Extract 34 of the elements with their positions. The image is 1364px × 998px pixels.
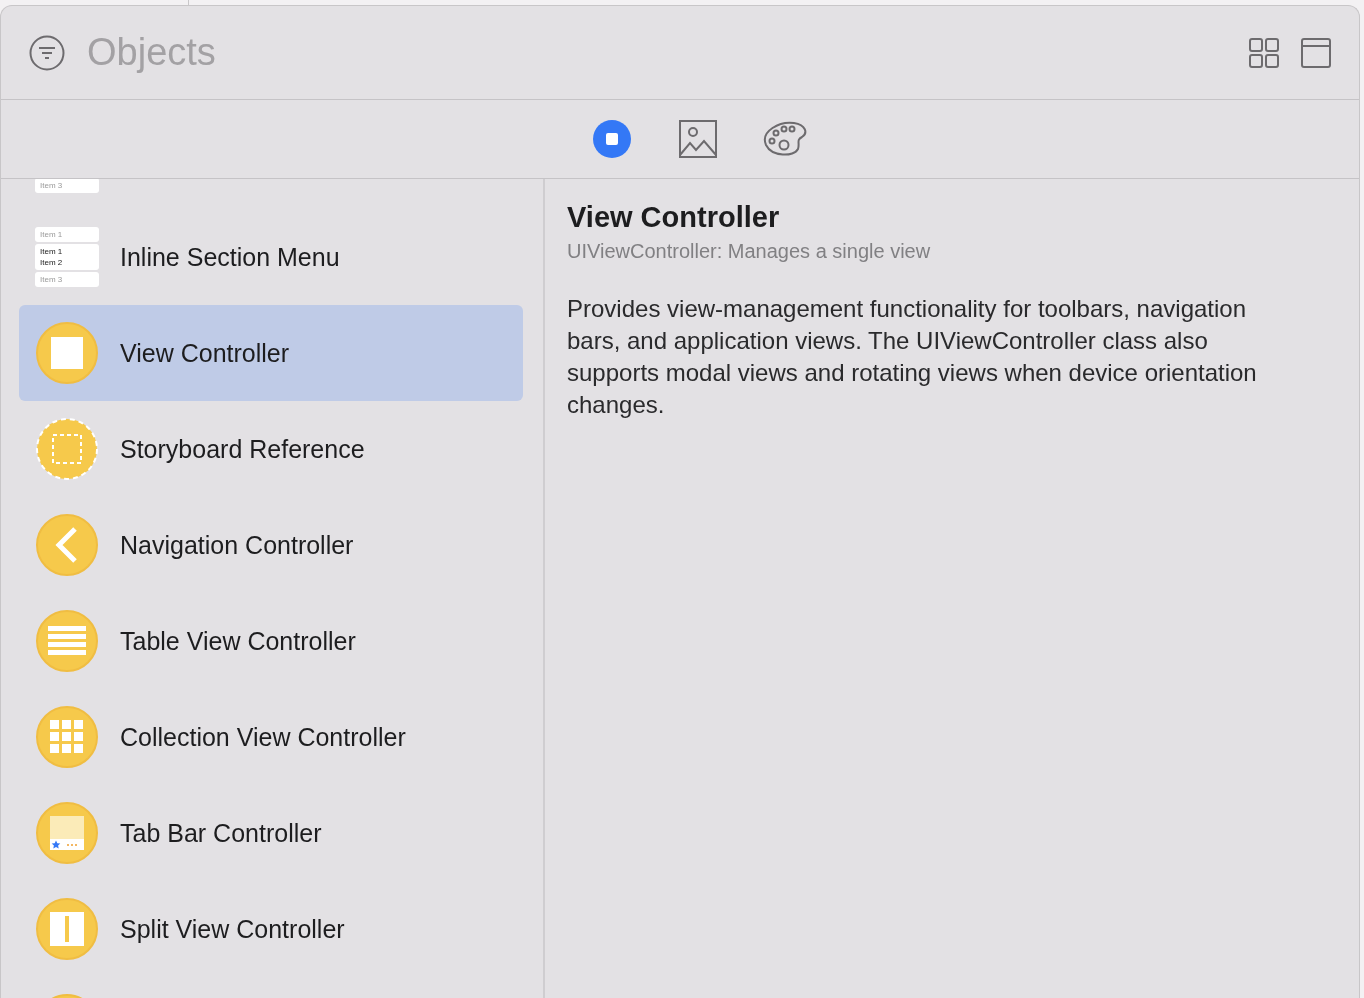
- library-row[interactable]: Navigation Controller: [19, 497, 523, 593]
- tab-bar-icon: [35, 801, 99, 865]
- object-name: Table View Controller: [120, 626, 356, 656]
- grid-icon: [35, 705, 99, 769]
- library-row[interactable]: Table View Controller: [19, 593, 523, 689]
- menu-item-text: Item 1: [40, 229, 64, 240]
- object-name: Tab Bar Controller: [120, 818, 322, 848]
- split-icon: [35, 897, 99, 961]
- lines-icon: [35, 609, 99, 673]
- search-field[interactable]: Objects: [87, 31, 1227, 74]
- library-row[interactable]: Item 1 Item 1 Item 2 Item 3 Inline Section Menu: [19, 209, 523, 305]
- detail-description: Provides view-management functionality for toolbars, navigation bars, and application views. The UIViewController class also supports modal views and rotating views when device orientation changes.: [567, 294, 1258, 420]
- window-icon[interactable]: [1301, 37, 1331, 68]
- filter-icon[interactable]: [29, 34, 65, 71]
- menu-item-text: Item 3: [40, 274, 64, 285]
- selected-library-row[interactable]: View Controller: [19, 305, 523, 401]
- detail-subtitle: UIViewController: Manages a single view: [567, 240, 932, 263]
- detail-title: View Controller: [567, 201, 781, 234]
- library-row[interactable]: Collection View Controller: [19, 689, 523, 785]
- library-row[interactable]: Split View Controller: [19, 881, 523, 977]
- menu-item-text: Item 3: [40, 180, 64, 191]
- object-name: View Controller: [120, 338, 290, 368]
- dashed-circle-icon: [35, 417, 99, 481]
- library-row[interactable]: Storyboard Reference: [19, 401, 523, 497]
- object-name: Storyboard Reference: [120, 434, 365, 464]
- menu-item-text: Item 2: [40, 257, 64, 268]
- object-name: Collection View Controller: [120, 722, 406, 752]
- grid-view-icon[interactable]: [1249, 37, 1279, 68]
- object-name: Navigation Controller: [120, 530, 354, 560]
- chevron-left-icon: [35, 513, 99, 577]
- library-row[interactable]: Tab Bar Controller: [19, 785, 523, 881]
- object-name: Split View Controller: [120, 914, 345, 944]
- object-name: Inline Section Menu: [120, 242, 340, 272]
- menu-item-text: Item 1: [40, 246, 64, 257]
